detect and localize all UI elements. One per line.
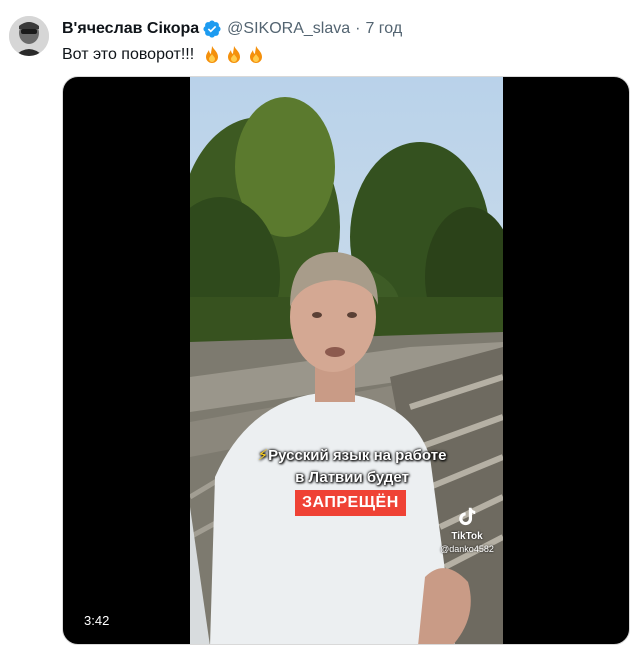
video-still [190, 77, 503, 644]
display-name[interactable]: В'ячеслав Сікора [62, 19, 199, 39]
tiktok-user: @danko4582 [440, 544, 494, 554]
verified-badge-icon [202, 19, 222, 39]
video-duration: 3:42 [84, 613, 110, 628]
avatar[interactable] [9, 16, 49, 56]
caption-line-1-text: Русский язык на работе [268, 447, 447, 464]
tweet-header: В'ячеслав Сікора @SIKORA_slava · 7 год [62, 17, 402, 41]
ban-label: ЗАПРЕЩЁН [295, 490, 406, 516]
separator-dot: · [355, 20, 361, 37]
tweet[interactable]: В'ячеслав Сікора @SIKORA_slava · 7 год В… [0, 0, 644, 651]
lightning-icon: ⚡ [257, 447, 269, 464]
tweet-text-body: Вот это поворот!!! [62, 46, 195, 63]
caption-line-2: в Латвии будет [295, 469, 409, 486]
handle[interactable]: @SIKORA_slava [227, 19, 350, 39]
fire-icon [202, 45, 222, 65]
timestamp[interactable]: 7 год [365, 19, 402, 39]
fire-icon [246, 45, 266, 65]
tiktok-watermark: TikTok @danko4582 [434, 505, 500, 555]
video-frame: ⚡Русский язык на работе в Латвии будет З… [190, 77, 503, 644]
fire-icon [224, 45, 244, 65]
video-caption: ⚡Русский язык на работе в Латвии будет [242, 445, 462, 489]
tiktok-logo-icon [459, 507, 476, 526]
tiktok-brand: TikTok [451, 531, 483, 542]
avatar-photo [9, 16, 49, 56]
video-player[interactable]: ⚡Русский язык на работе в Латвии будет З… [62, 76, 630, 645]
caption-line-1: ⚡Русский язык на работе [242, 445, 462, 467]
tweet-text: Вот это поворот!!! [62, 44, 266, 66]
